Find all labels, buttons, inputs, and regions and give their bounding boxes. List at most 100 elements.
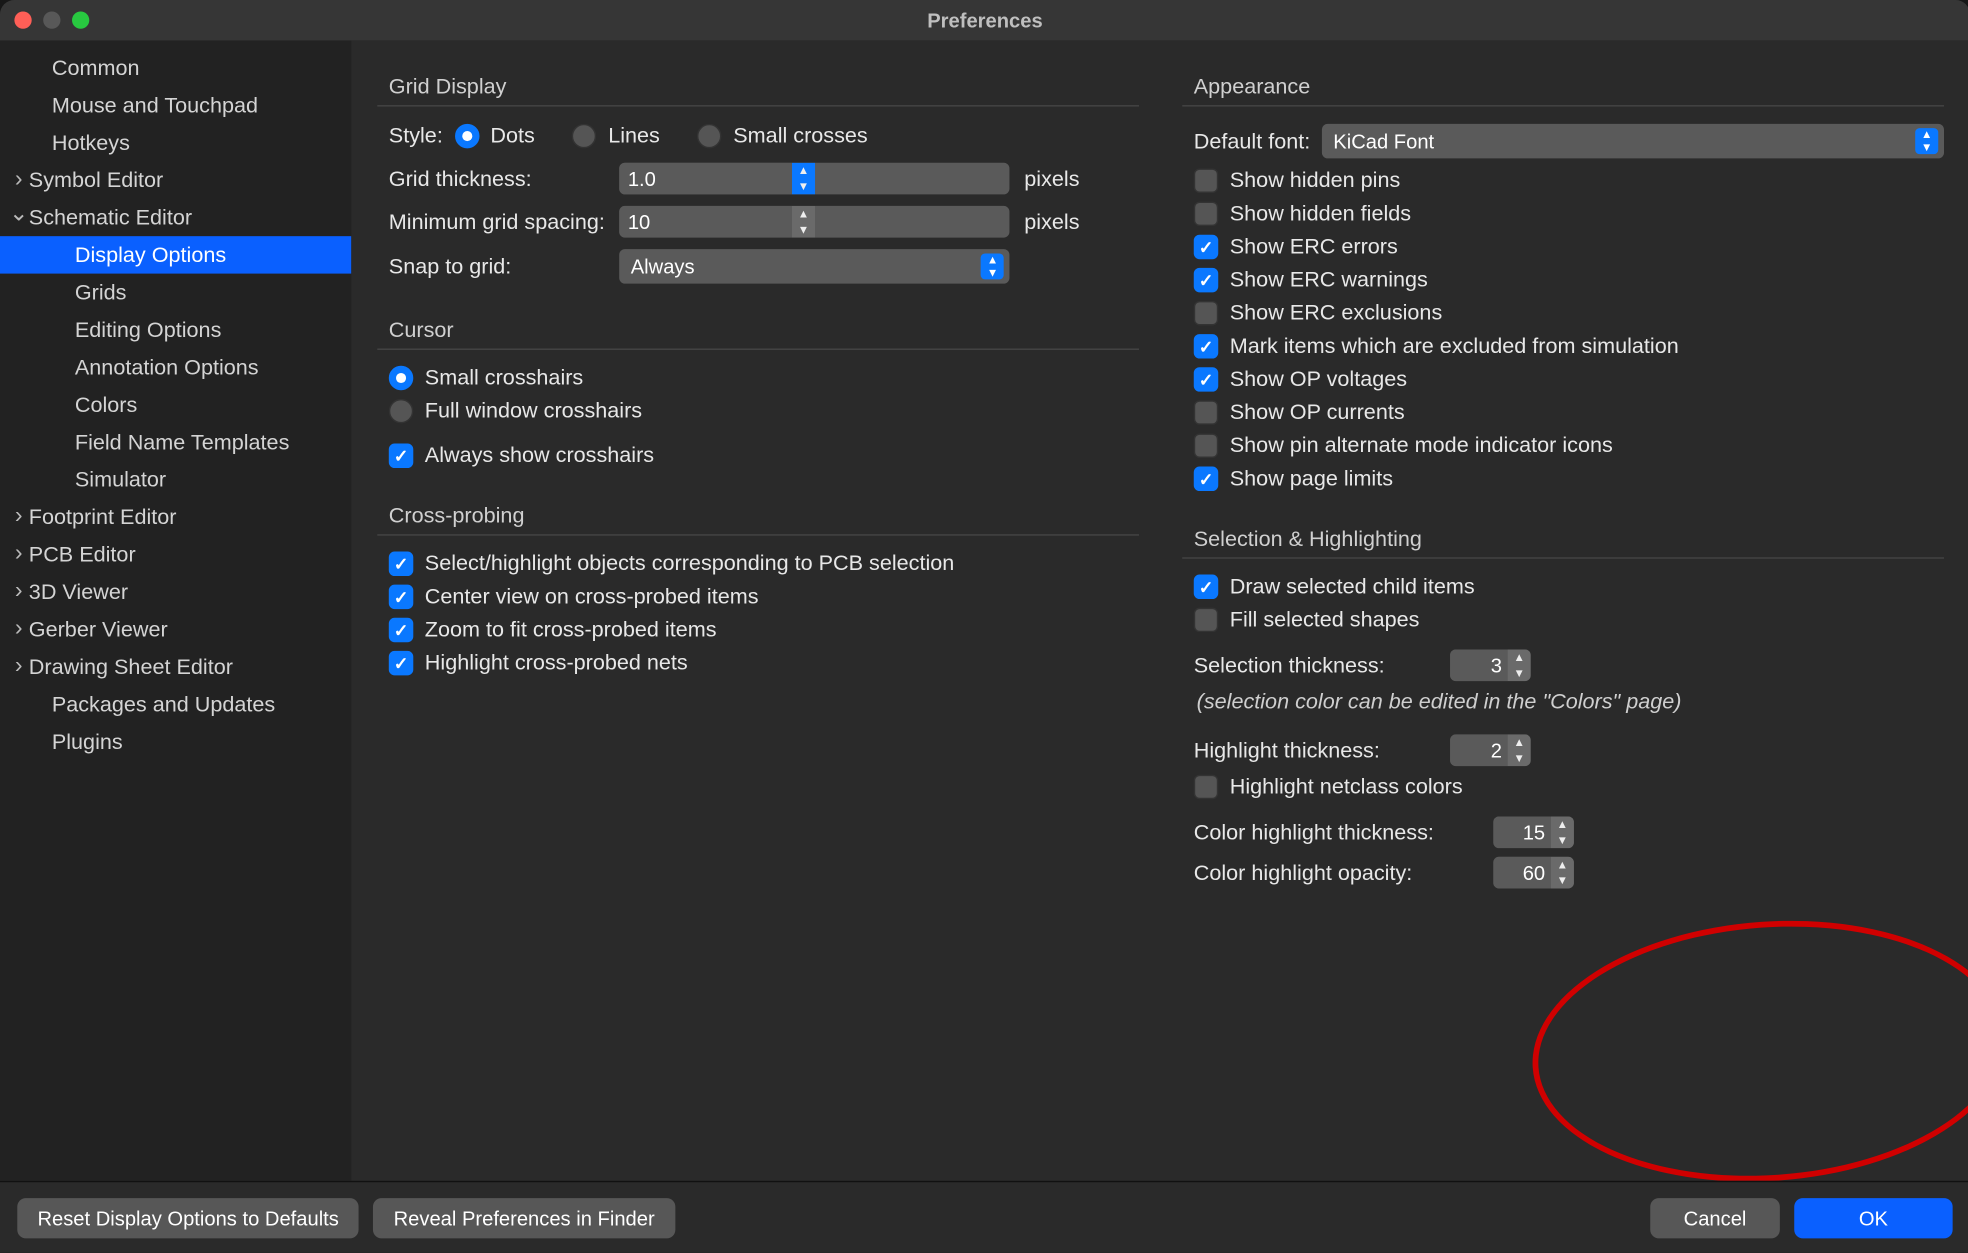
check-op-voltages[interactable] — [1194, 367, 1218, 391]
cancel-button[interactable]: Cancel — [1650, 1197, 1780, 1237]
default-font-row: Default font: KiCad Font ▲▼ — [1182, 118, 1944, 164]
radio-dots-label: Dots — [490, 124, 534, 148]
default-font-select[interactable]: KiCad Font ▲▼ — [1322, 124, 1944, 159]
selection-thickness-input[interactable] — [1450, 649, 1508, 681]
pixels-label: pixels — [1024, 166, 1139, 190]
snap-to-grid-value: Always — [631, 255, 695, 278]
check-erc-exclusions-label: Show ERC exclusions — [1230, 301, 1442, 325]
sidebar-item-colors[interactable]: Colors — [0, 386, 351, 423]
ok-button[interactable]: OK — [1794, 1197, 1952, 1237]
grid-thickness-stepper[interactable]: ▲▼ — [619, 163, 1010, 195]
select-arrows-icon: ▲▼ — [981, 253, 1004, 279]
stepper-arrows-icon[interactable]: ▲▼ — [792, 206, 815, 238]
section-selection: Selection & Highlighting — [1182, 518, 1944, 558]
snap-to-grid-select[interactable]: Always ▲▼ — [619, 249, 1010, 284]
sidebar-item-grids[interactable]: Grids — [0, 274, 351, 311]
right-column: Appearance Default font: KiCad Font ▲▼ S… — [1182, 55, 1944, 1181]
grid-thickness-input[interactable] — [619, 163, 792, 195]
radio-full-crosshairs[interactable] — [389, 399, 413, 423]
selection-thickness-stepper[interactable]: ▲▼ — [1450, 649, 1531, 681]
stepper-arrows-icon[interactable]: ▲▼ — [1551, 816, 1574, 848]
check-probe-zoom-label: Zoom to fit cross-probed items — [425, 618, 717, 642]
check-page-limits[interactable] — [1194, 467, 1218, 491]
reveal-finder-button[interactable]: Reveal Preferences in Finder — [373, 1197, 674, 1237]
color-highlight-opacity-stepper[interactable]: ▲▼ — [1493, 857, 1574, 889]
titlebar: Preferences — [0, 0, 1968, 40]
zoom-icon[interactable] — [72, 12, 89, 29]
snap-to-grid-label: Snap to grid: — [389, 254, 605, 278]
sidebar-item-schematic-editor[interactable]: Schematic Editor — [0, 199, 351, 236]
stepper-arrows-icon[interactable]: ▲▼ — [1551, 857, 1574, 889]
check-pin-alt[interactable] — [1194, 433, 1218, 457]
check-erc-warnings-label: Show ERC warnings — [1230, 268, 1428, 292]
radio-lines[interactable] — [572, 124, 596, 148]
sidebar-item-symbol-editor[interactable]: Symbol Editor — [0, 161, 351, 198]
stepper-arrows-icon[interactable]: ▲▼ — [792, 163, 815, 195]
color-highlight-thickness-stepper[interactable]: ▲▼ — [1493, 816, 1574, 848]
sidebar-item-packages[interactable]: Packages and Updates — [0, 685, 351, 722]
sidebar-item-simulator[interactable]: Simulator — [0, 461, 351, 498]
check-highlight-netclass-label: Highlight netclass colors — [1230, 775, 1463, 799]
highlight-thickness-label: Highlight thickness: — [1194, 738, 1439, 762]
color-highlight-thickness-label: Color highlight thickness: — [1194, 820, 1482, 844]
close-icon[interactable] — [14, 12, 31, 29]
check-mark-excluded[interactable] — [1194, 334, 1218, 358]
section-grid-display: Grid Display — [377, 66, 1139, 106]
check-erc-exclusions[interactable] — [1194, 301, 1218, 325]
check-probe-select-label: Select/highlight objects corresponding t… — [425, 552, 955, 576]
sidebar-item-common[interactable]: Common — [0, 49, 351, 86]
sidebar-item-annotation-options[interactable]: Annotation Options — [0, 348, 351, 385]
window-controls — [14, 12, 89, 29]
radio-small-crosshairs-label: Small crosshairs — [425, 366, 583, 390]
reset-defaults-button[interactable]: Reset Display Options to Defaults — [17, 1197, 359, 1237]
highlight-thickness-input[interactable] — [1450, 734, 1508, 766]
check-erc-errors[interactable] — [1194, 235, 1218, 259]
check-hidden-pins[interactable] — [1194, 168, 1218, 192]
stepper-arrows-icon[interactable]: ▲▼ — [1508, 734, 1531, 766]
radio-small-crosshairs[interactable] — [389, 366, 413, 390]
sidebar-item-plugins[interactable]: Plugins — [0, 723, 351, 760]
radio-dots[interactable] — [454, 124, 478, 148]
color-highlight-opacity-input[interactable] — [1493, 857, 1551, 889]
check-draw-child-label: Draw selected child items — [1230, 575, 1475, 599]
sidebar-item-3d-viewer[interactable]: 3D Viewer — [0, 573, 351, 610]
sidebar-item-gerber-viewer[interactable]: Gerber Viewer — [0, 611, 351, 648]
check-fill-shapes[interactable] — [1194, 608, 1218, 632]
stepper-arrows-icon[interactable]: ▲▼ — [1508, 649, 1531, 681]
check-draw-child[interactable] — [1194, 575, 1218, 599]
sidebar-item-mouse[interactable]: Mouse and Touchpad — [0, 86, 351, 123]
sidebar-item-hotkeys[interactable]: Hotkeys — [0, 124, 351, 161]
check-op-currents[interactable] — [1194, 400, 1218, 424]
sidebar-item-footprint-editor[interactable]: Footprint Editor — [0, 498, 351, 535]
section-appearance: Appearance — [1182, 66, 1944, 106]
radio-small-crosses[interactable] — [697, 124, 721, 148]
check-probe-select[interactable] — [389, 552, 413, 576]
highlight-thickness-stepper[interactable]: ▲▼ — [1450, 734, 1531, 766]
check-erc-warnings[interactable] — [1194, 268, 1218, 292]
sidebar-item-display-options[interactable]: Display Options — [0, 236, 351, 273]
check-hidden-fields-label: Show hidden fields — [1230, 202, 1411, 226]
check-hidden-fields[interactable] — [1194, 202, 1218, 226]
default-font-label: Default font: — [1194, 129, 1310, 153]
section-cross-probing: Cross-probing — [377, 495, 1139, 535]
radio-lines-label: Lines — [608, 124, 660, 148]
sidebar-item-pcb-editor[interactable]: PCB Editor — [0, 536, 351, 573]
min-grid-spacing-input[interactable] — [619, 206, 792, 238]
sidebar-item-drawing-sheet-editor[interactable]: Drawing Sheet Editor — [0, 648, 351, 685]
check-probe-zoom[interactable] — [389, 618, 413, 642]
check-probe-center[interactable] — [389, 585, 413, 609]
check-erc-errors-label: Show ERC errors — [1230, 235, 1398, 259]
check-page-limits-label: Show page limits — [1230, 467, 1393, 491]
minimize-icon[interactable] — [43, 12, 60, 29]
window-title: Preferences — [0, 9, 1968, 32]
check-probe-highlight[interactable] — [389, 651, 413, 675]
check-always-crosshairs[interactable] — [389, 444, 413, 468]
min-grid-spacing-label: Minimum grid spacing: — [389, 210, 605, 234]
check-highlight-netclass[interactable] — [1194, 775, 1218, 799]
pixels-label-2: pixels — [1024, 210, 1139, 234]
content-panel: Grid Display Style: Dots Lines Small cro… — [351, 40, 1968, 1180]
min-grid-spacing-stepper[interactable]: ▲▼ — [619, 206, 1010, 238]
sidebar-item-editing-options[interactable]: Editing Options — [0, 311, 351, 348]
color-highlight-thickness-input[interactable] — [1493, 816, 1551, 848]
sidebar-item-field-templates[interactable]: Field Name Templates — [0, 423, 351, 460]
